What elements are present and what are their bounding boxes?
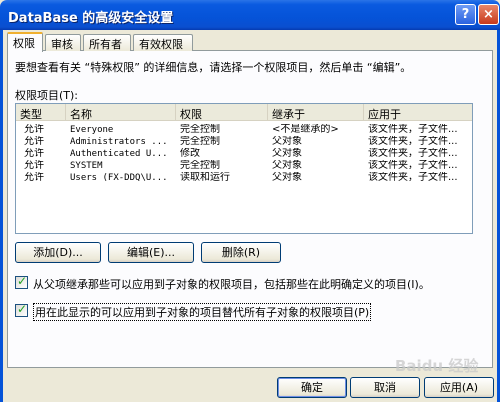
row-permission: 修改 [180,148,200,159]
column-header-applies[interactable]: 应用于 [364,104,472,121]
watermark: Baidu 经验 [395,357,479,375]
close-icon[interactable]: × [478,4,499,25]
row-inherited: <不是继承的> [272,124,339,135]
permission-list-label: 权限项目(T): [15,89,79,102]
row-type: 允许 [24,160,44,171]
row-type: 允许 [24,148,44,159]
column-header-permission[interactable]: 权限 [176,104,268,121]
list-header: 类型 名称 权限 继承于 应用于 [16,104,472,121]
window-title: DataBase 的高级安全设置 [8,11,174,26]
row-applies: 该文件夹，子文件... [368,160,458,171]
column-header-type[interactable]: 类型 [16,104,66,121]
row-type: 允许 [24,124,44,135]
row-inherited: 父对象 [272,172,302,183]
row-inherited: 父对象 [272,136,302,147]
row-name: SYSTEM [70,161,103,171]
row-name: Users (FX-DDQ\U... [70,173,168,183]
table-row[interactable]: 允许 Administrators ... 完全控制 父对象 该文件夹，子文件.… [16,136,472,148]
checkbox-checked-icon[interactable] [15,302,28,317]
tab-owner[interactable]: 所有者 [83,34,131,51]
table-row[interactable]: 允许 Users (FX-DDQ\U... 读取和运行 父对象 该文件夹，子文件… [16,172,472,184]
table-row[interactable]: 允许 Everyone 完全控制 <不是继承的> 该文件夹，子文件... [16,124,472,136]
row-applies: 该文件夹，子文件... [368,172,458,183]
remove-button[interactable]: 删除(R) [201,242,281,263]
info-text: 要想查看有关 “特殊权限” 的详细信息，请选择一个权限项目，然后单击 “编辑”。 [15,61,412,74]
apply-button[interactable]: 应用(A) [424,377,494,398]
title-bar: DataBase 的高级安全设置 ? × [0,0,500,30]
table-row[interactable]: 允许 SYSTEM 完全控制 父对象 该文件夹，子文件... [16,160,472,172]
column-header-name[interactable]: 名称 [66,104,176,121]
inherit-permissions-label: 从父项继承那些可以应用到子对象的权限项目，包括那些在此明确定义的项目(I)。 [33,278,430,291]
table-row[interactable]: 允许 Authenticated U... 修改 父对象 该文件夹，子文件... [16,148,472,160]
tab-effective-permissions[interactable]: 有效权限 [133,34,193,51]
row-permission: 完全控制 [180,136,220,147]
row-name: Authenticated U... [70,149,168,159]
ok-button[interactable]: 确定 [277,377,347,398]
row-applies: 该文件夹，子文件... [368,124,458,135]
row-inherited: 父对象 [272,160,302,171]
edit-button[interactable]: 编辑(E)... [108,242,194,263]
cancel-button[interactable]: 取消 [350,377,420,398]
row-name: Administrators ... [70,137,168,147]
row-permission: 完全控制 [180,124,220,135]
add-button[interactable]: 添加(D)... [15,242,101,263]
replace-child-permissions-label: 用在此显示的可以应用到子对象的项目替代所有子对象的权限项目(P) [33,303,372,321]
row-type: 允许 [24,172,44,183]
help-icon[interactable]: ? [455,4,476,25]
tab-auditing[interactable]: 审核 [45,34,81,51]
row-inherited: 父对象 [272,148,302,159]
row-permission: 完全控制 [180,160,220,171]
permission-list[interactable]: 类型 名称 权限 继承于 应用于 允许 Everyone 完全控制 <不是继承的… [15,103,473,234]
column-header-inherited[interactable]: 继承于 [268,104,364,121]
row-type: 允许 [24,136,44,147]
row-applies: 该文件夹，子文件... [368,148,458,159]
tab-permissions[interactable]: 权限 [7,32,43,52]
row-applies: 该文件夹，子文件... [368,136,458,147]
row-name: Everyone [70,125,114,135]
checkbox-checked-icon[interactable] [15,274,28,289]
row-permission: 读取和运行 [180,172,230,183]
